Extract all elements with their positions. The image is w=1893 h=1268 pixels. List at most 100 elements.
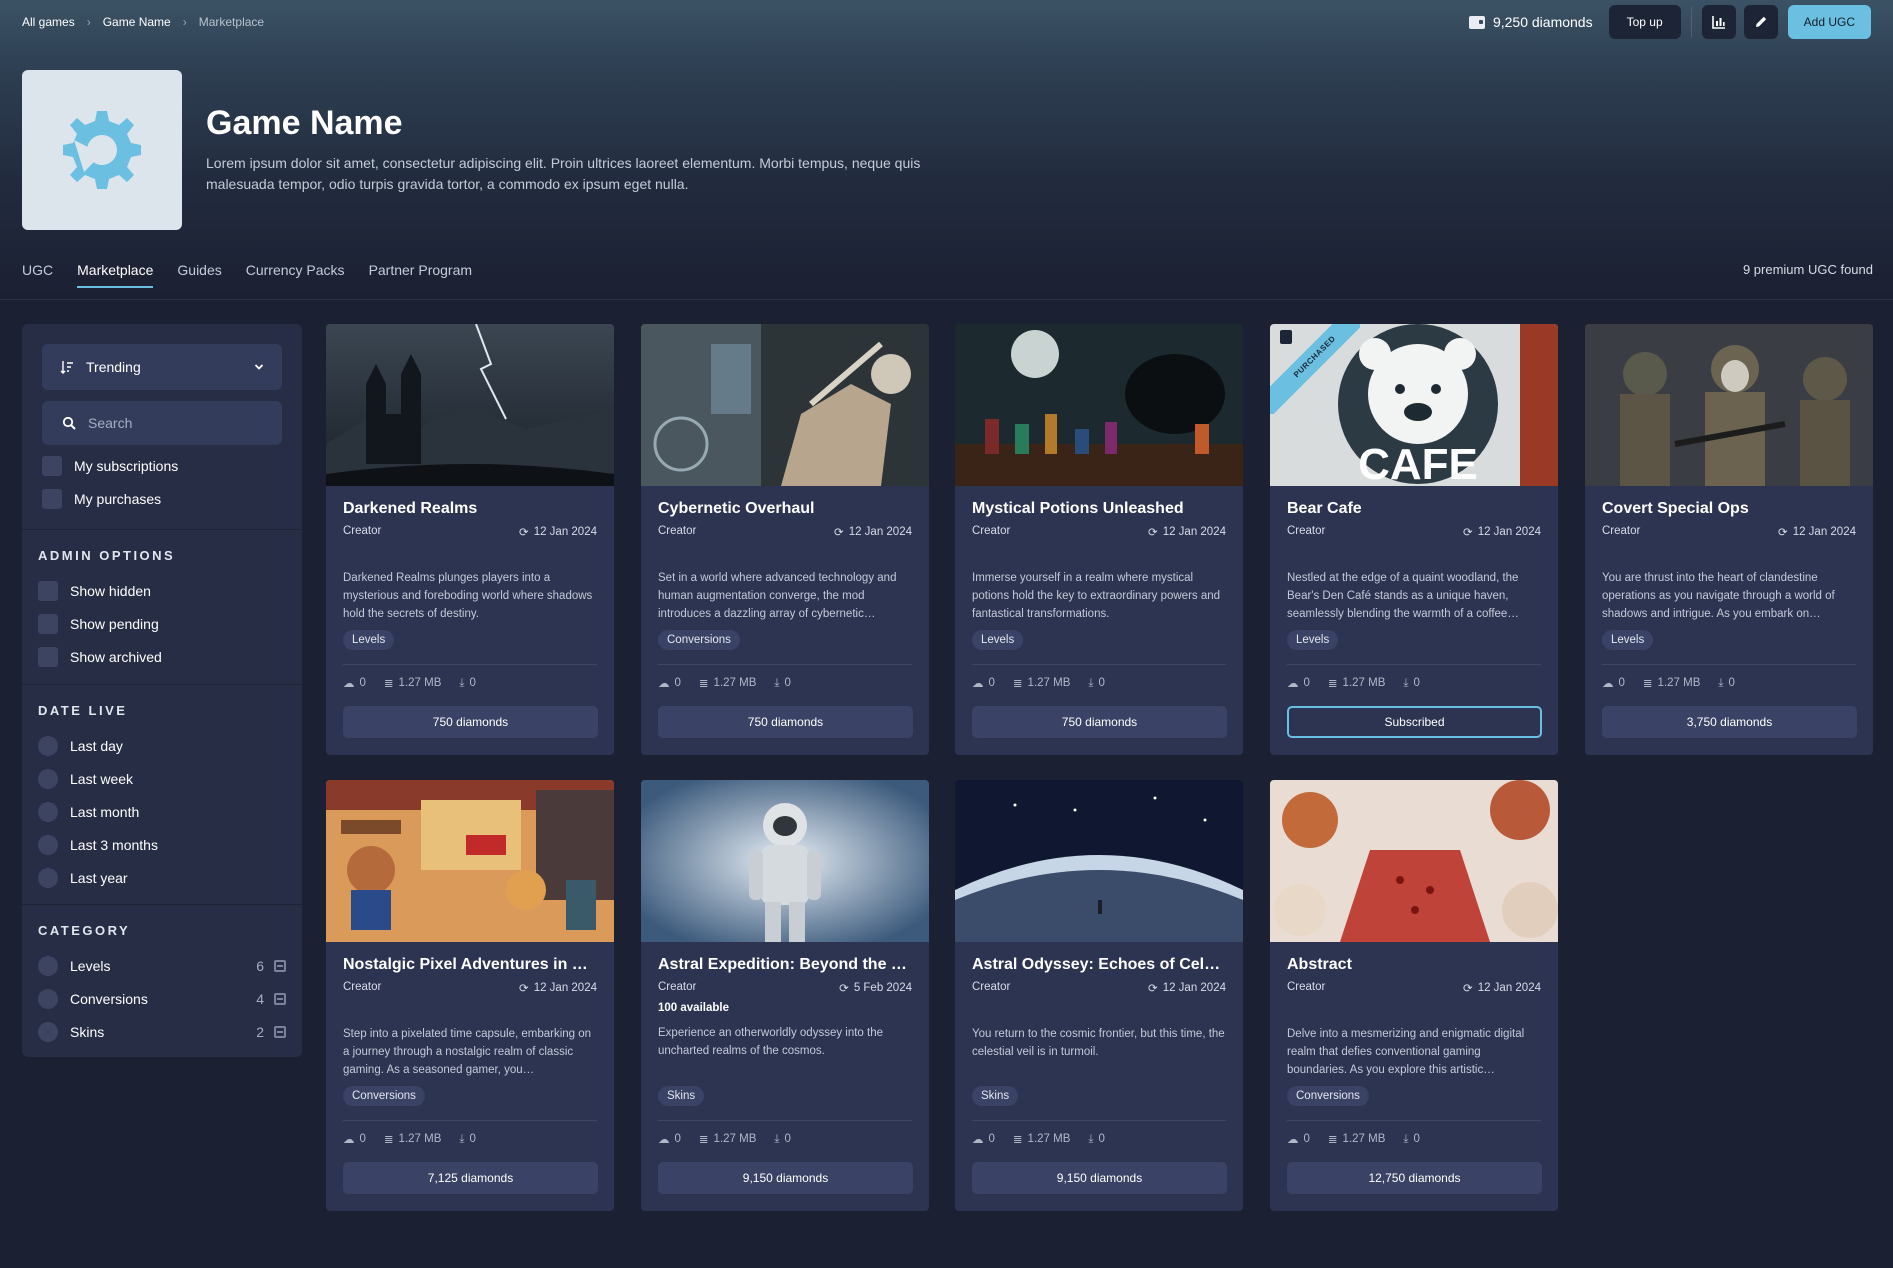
- date-last-3-months[interactable]: Last 3 months: [38, 835, 158, 855]
- card-divider: [972, 1120, 1226, 1121]
- date-last-year[interactable]: Last year: [38, 868, 128, 888]
- card-tag[interactable]: Conversions: [658, 630, 740, 650]
- top-actions: 9,250 diamonds Top up Add UGC: [1468, 5, 1871, 39]
- card-creator[interactable]: Creator: [658, 981, 696, 995]
- radio[interactable]: [38, 835, 58, 855]
- radio[interactable]: [38, 989, 58, 1009]
- checkbox[interactable]: [42, 456, 62, 476]
- card-tag[interactable]: Skins: [658, 1086, 705, 1106]
- ugc-card[interactable]: Mystical Potions Unleashed Creator ⟳ 12 J…: [955, 324, 1243, 755]
- tab-currency-packs[interactable]: Currency Packs: [246, 262, 345, 288]
- collapse-icon[interactable]: [274, 993, 286, 1005]
- collapse-icon[interactable]: [274, 960, 286, 972]
- search-input[interactable]: [88, 415, 258, 431]
- card-tag[interactable]: Levels: [1602, 630, 1654, 650]
- breadcrumb-current: Marketplace: [198, 15, 265, 29]
- checkbox[interactable]: [38, 581, 58, 601]
- filter-my-purchases[interactable]: My purchases: [42, 489, 161, 509]
- download-icon: ⤓: [774, 676, 780, 689]
- card-creator[interactable]: Creator: [1602, 525, 1640, 539]
- card-tag[interactable]: Conversions: [1287, 1086, 1369, 1106]
- category-label: Skins: [70, 1024, 105, 1040]
- ugc-card[interactable]: Abstract Creator ⟳ 12 Jan 2024 Delve into…: [1270, 780, 1558, 1211]
- buy-button[interactable]: 9,150 diamonds: [972, 1162, 1227, 1194]
- tab-guides[interactable]: Guides: [177, 262, 221, 288]
- admin-show-hidden[interactable]: Show hidden: [38, 581, 151, 601]
- checkbox[interactable]: [42, 489, 62, 509]
- tab-marketplace[interactable]: Marketplace: [77, 262, 154, 288]
- buy-button[interactable]: 3,750 diamonds: [1602, 706, 1857, 738]
- card-tag[interactable]: Conversions: [343, 1086, 425, 1106]
- card-stats: ☁ 0 ≣ 1.27 MB ⤓ 0: [658, 676, 791, 691]
- date-last-month[interactable]: Last month: [38, 802, 139, 822]
- category-count: 4: [256, 991, 264, 1007]
- category-levels[interactable]: Levels 6: [38, 956, 286, 976]
- card-description: Darkened Realms plunges players into a m…: [343, 572, 593, 620]
- refresh-icon: ⟳: [834, 527, 844, 539]
- radio[interactable]: [38, 868, 58, 888]
- card-creator[interactable]: Creator: [658, 525, 696, 539]
- buy-button[interactable]: 750 diamonds: [658, 706, 913, 738]
- card-creator[interactable]: Creator: [972, 525, 1010, 539]
- date-last-day[interactable]: Last day: [38, 736, 123, 756]
- date-last-week[interactable]: Last week: [38, 769, 133, 789]
- edit-button[interactable]: [1743, 5, 1778, 39]
- ugc-card[interactable]: Nostalgic Pixel Adventures in … Creator …: [326, 780, 614, 1211]
- stat-value: 1.27 MB: [1027, 677, 1071, 689]
- top-up-button[interactable]: Top up: [1608, 5, 1681, 39]
- ugc-card[interactable]: Covert Special Ops Creator ⟳ 12 Jan 2024 …: [1585, 324, 1873, 755]
- subscribed-button[interactable]: Subscribed: [1287, 706, 1542, 738]
- ugc-card[interactable]: Cybernetic Overhaul Creator ⟳ 12 Jan 2024…: [641, 324, 929, 755]
- checkbox[interactable]: [38, 647, 58, 667]
- checkbox[interactable]: [38, 614, 58, 634]
- downloads-stat: ⤓ 0: [1403, 1133, 1420, 1146]
- card-date: ⟳ 12 Jan 2024: [519, 981, 597, 995]
- card-creator[interactable]: Creator: [1287, 981, 1325, 995]
- filter-my-subscriptions[interactable]: My subscriptions: [42, 456, 178, 476]
- stat-value: 0: [988, 1133, 995, 1145]
- admin-show-pending[interactable]: Show pending: [38, 614, 159, 634]
- card-creator[interactable]: Creator: [343, 981, 381, 995]
- card-creator[interactable]: Creator: [1287, 525, 1325, 539]
- card-meta: Creator ⟳ 12 Jan 2024: [972, 981, 1226, 995]
- sort-dropdown[interactable]: Trending: [42, 344, 282, 390]
- analytics-button[interactable]: [1701, 5, 1736, 39]
- card-creator[interactable]: Creator: [343, 525, 381, 539]
- tab-ugc[interactable]: UGC: [22, 262, 53, 288]
- stat-value: 0: [784, 1133, 791, 1145]
- radio[interactable]: [38, 802, 58, 822]
- radio[interactable]: [38, 1022, 58, 1042]
- radio[interactable]: [38, 956, 58, 976]
- ugc-card[interactable]: CAFE PURCHASED Bear Cafe Creator ⟳ 12 Jan…: [1270, 324, 1558, 755]
- card-tag[interactable]: Levels: [1287, 630, 1339, 650]
- card-meta: Creator ⟳ 12 Jan 2024: [1287, 525, 1541, 539]
- buy-button[interactable]: 750 diamonds: [343, 706, 598, 738]
- card-stats: ☁ 0 ≣ 1.27 MB ⤓ 0: [1287, 676, 1420, 691]
- collapse-icon[interactable]: [274, 1026, 286, 1038]
- search-field: [42, 401, 282, 445]
- buy-button[interactable]: 9,150 diamonds: [658, 1162, 913, 1194]
- admin-show-archived[interactable]: Show archived: [38, 647, 162, 667]
- category-conversions[interactable]: Conversions 4: [38, 989, 286, 1009]
- card-tag[interactable]: Skins: [972, 1086, 1019, 1106]
- card-date: ⟳ 12 Jan 2024: [1463, 525, 1541, 539]
- ugc-card[interactable]: Astral Expedition: Beyond the … Creator …: [641, 780, 929, 1211]
- card-creator[interactable]: Creator: [972, 981, 1010, 995]
- breadcrumb-all-games[interactable]: All games: [22, 15, 75, 29]
- stat-value: 0: [784, 677, 791, 689]
- card-date: ⟳ 12 Jan 2024: [1463, 981, 1541, 995]
- buy-button[interactable]: 750 diamonds: [972, 706, 1227, 738]
- radio[interactable]: [38, 736, 58, 756]
- radio[interactable]: [38, 769, 58, 789]
- ugc-card[interactable]: Astral Odyssey: Echoes of Cel… Creator ⟳…: [955, 780, 1243, 1211]
- ugc-card[interactable]: Darkened Realms Creator ⟳ 12 Jan 2024 Dar…: [326, 324, 614, 755]
- buy-button[interactable]: 7,125 diamonds: [343, 1162, 598, 1194]
- card-tag[interactable]: Levels: [343, 630, 395, 650]
- add-ugc-button[interactable]: Add UGC: [1787, 5, 1871, 39]
- database-icon: ≣: [698, 1134, 709, 1146]
- breadcrumb-game[interactable]: Game Name: [103, 15, 171, 29]
- category-skins[interactable]: Skins 2: [38, 1022, 286, 1042]
- tab-partner-program[interactable]: Partner Program: [369, 262, 472, 288]
- card-tag[interactable]: Levels: [972, 630, 1024, 650]
- buy-button[interactable]: 12,750 diamonds: [1287, 1162, 1542, 1194]
